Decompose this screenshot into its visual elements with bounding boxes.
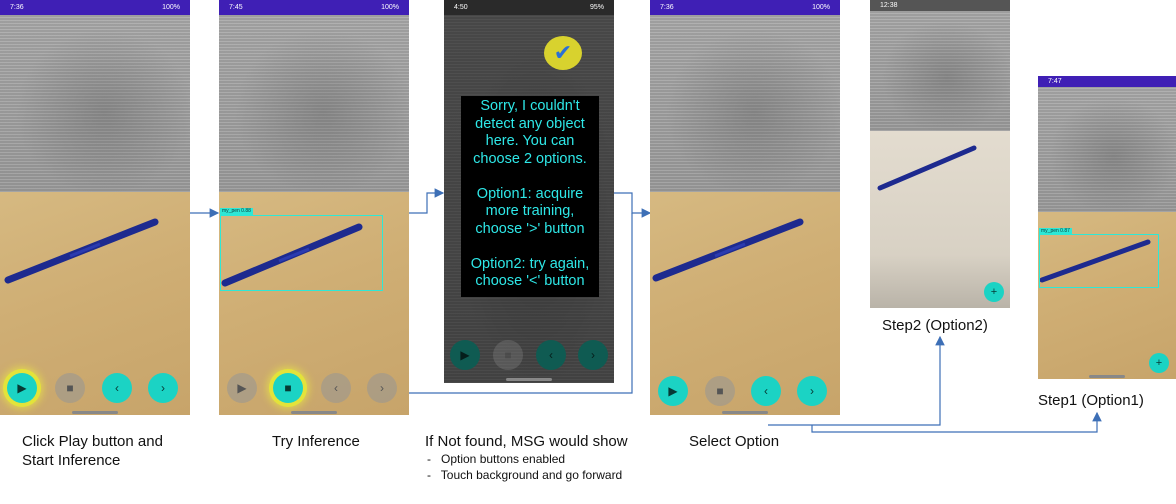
status-bar: 7:36 100% (650, 0, 840, 15)
status-time: 12:38 (880, 2, 898, 9)
screen-step2-option2: 12:38 + (870, 0, 1010, 308)
arrow-p3-p4 (614, 192, 652, 218)
message-line: Sorry, I couldn't (480, 98, 580, 114)
camera-background-wall (219, 15, 409, 192)
camera-background-wall (1038, 87, 1176, 212)
forward-button[interactable]: › (367, 373, 397, 403)
back-button[interactable]: ‹ (321, 373, 351, 403)
screen-select-option: 7:36 100% ▶ ■ ‹ › (650, 0, 840, 415)
play-button[interactable]: ▶ (227, 373, 257, 403)
status-time: 7:45 (229, 4, 243, 11)
camera-background-wall (650, 15, 840, 192)
home-indicator (72, 411, 118, 414)
stop-button[interactable]: ■ (493, 340, 523, 370)
forward-button[interactable]: › (797, 376, 827, 406)
camera-background-wall (0, 15, 190, 192)
not-found-notes: - Option buttons enabled - Touch backgro… (427, 451, 622, 483)
stop-button[interactable]: ■ (705, 376, 735, 406)
screen-click-play: 7:36 100% ▶ ■ ‹ › (0, 0, 190, 415)
status-battery: 95% (589, 4, 604, 11)
control-bar: ▶ ■ ‹ › (0, 373, 190, 409)
detection-bounding-box (1039, 234, 1159, 288)
status-bar: 4:50 95% (444, 0, 614, 15)
home-indicator (506, 378, 552, 381)
note-item: - Option buttons enabled (427, 452, 566, 466)
play-button[interactable]: ▶ (7, 373, 37, 403)
detection-label: my_pen 0.88 (220, 208, 253, 215)
control-bar: ▶ ■ ‹ › (219, 373, 409, 409)
check-icon: ✔ (544, 36, 582, 70)
message-line: detect any object (475, 115, 585, 132)
add-button[interactable]: + (1149, 353, 1169, 373)
back-button[interactable]: ‹ (102, 373, 132, 403)
status-time: 7:36 (10, 4, 24, 11)
message-line: more training, (485, 203, 575, 219)
add-button[interactable]: + (984, 282, 1004, 302)
back-button[interactable]: ‹ (751, 376, 781, 406)
screen-step1-option1: 7:47 my_pen 0.87 + (1038, 76, 1176, 379)
home-indicator (1089, 375, 1125, 378)
message-line: Option1: acquire (476, 185, 584, 202)
message-line: choose '<' button (475, 273, 585, 289)
home-indicator (722, 411, 768, 414)
status-battery: 100% (381, 4, 399, 11)
play-button[interactable]: ▶ (450, 340, 480, 370)
message-line: choose 2 options. (473, 150, 587, 167)
message-line: here. You can (485, 133, 575, 149)
pen-object (4, 218, 159, 284)
forward-button[interactable]: › (578, 340, 608, 370)
pen-object (877, 145, 977, 191)
screen-try-inference: 7:45 100% my_pen 0.88 ▶ ■ ‹ › (219, 0, 409, 415)
detection-bounding-box (220, 215, 383, 291)
caption-click-play: Click Play button and Start Inference (22, 433, 163, 469)
arrow-p2-p3 (408, 188, 445, 214)
note-item: - Touch background and go forward (427, 468, 623, 482)
caption-not-found: If Not found, MSG would show (425, 433, 628, 450)
status-time: 7:36 (660, 4, 674, 11)
home-indicator (291, 411, 337, 414)
status-time: 4:50 (454, 4, 468, 11)
screen-not-found-message: 4:50 95% ✔ Sorry, I couldn't detect any … (444, 0, 614, 383)
caption-step1: Step1 (Option1) (1038, 392, 1144, 409)
stop-button[interactable]: ■ (55, 373, 85, 403)
message-line: choose '>' button (475, 220, 585, 237)
arrow-p4-step1 (811, 411, 1102, 433)
status-battery: 100% (812, 4, 830, 11)
pen-object (652, 218, 804, 282)
caption-select-option: Select Option (689, 433, 780, 450)
status-bar: 7:47 (1038, 76, 1176, 87)
play-button[interactable]: ▶ (658, 376, 688, 406)
back-button[interactable]: ‹ (536, 340, 566, 370)
status-bar: 7:36 100% (0, 0, 190, 15)
message-line (461, 238, 599, 256)
status-battery: 100% (162, 4, 180, 11)
caption-try-inference: Try Inference (272, 433, 360, 450)
message-line (461, 168, 599, 186)
stop-button[interactable]: ■ (273, 373, 303, 403)
not-found-message[interactable]: Sorry, I couldn't detect any object here… (461, 96, 599, 297)
message-line: Option2: try again, (470, 255, 590, 272)
status-bar: 7:45 100% (219, 0, 409, 15)
forward-button[interactable]: › (148, 373, 178, 403)
status-bar: 12:38 (870, 0, 1010, 11)
status-time: 7:47 (1048, 78, 1062, 85)
control-bar: ▶ ■ ‹ › (444, 340, 614, 376)
detection-label: my_pen 0.87 (1039, 228, 1072, 235)
control-bar: ▶ ■ ‹ › (650, 376, 840, 412)
camera-background-wall (870, 11, 1010, 131)
caption-step2: Step2 (Option2) (882, 317, 988, 334)
